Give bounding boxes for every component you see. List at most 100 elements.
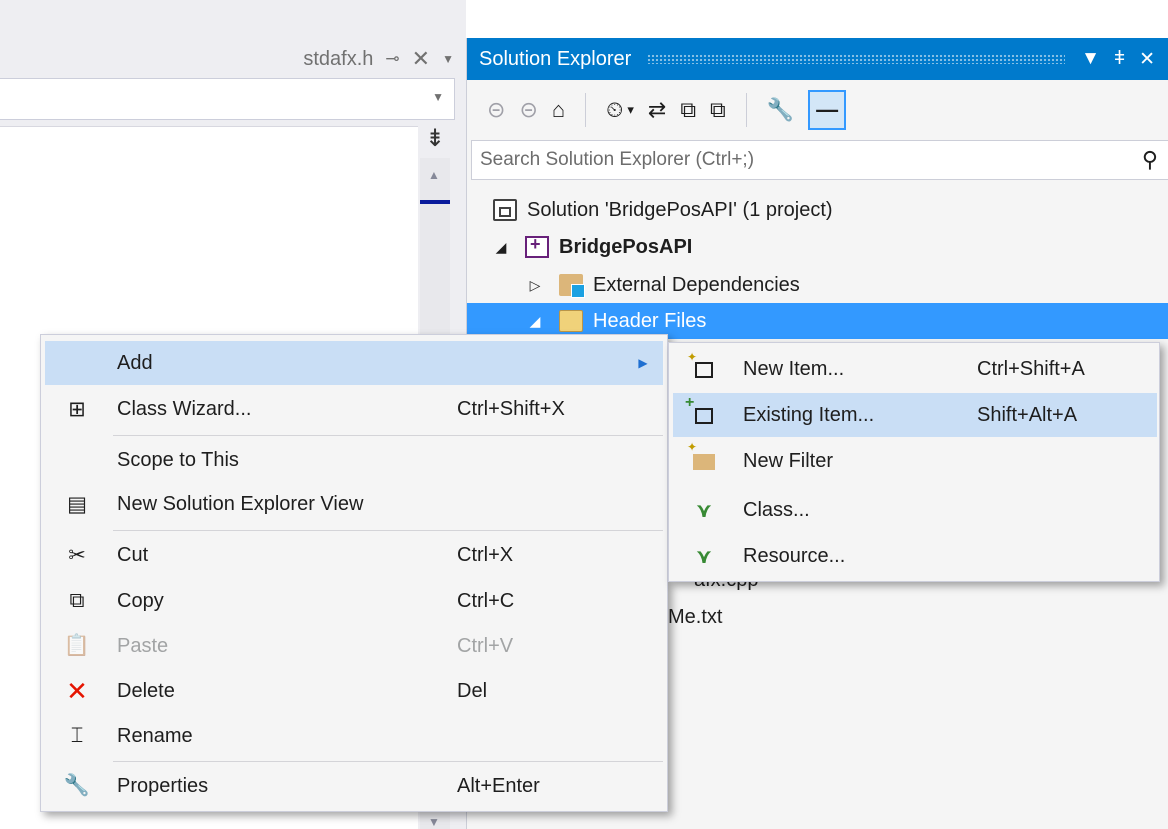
rename-icon: ⌶ bbox=[70, 724, 84, 747]
filter-folder-icon bbox=[559, 310, 583, 332]
collapse-all-icon[interactable]: ⧉ bbox=[680, 97, 696, 123]
home-icon[interactable]: ⌂ bbox=[552, 97, 565, 123]
auto-hide-pin-icon[interactable]: ǂ bbox=[1114, 48, 1125, 70]
project-icon bbox=[525, 234, 549, 258]
menu-separator bbox=[113, 435, 663, 436]
new-view-icon: ▤ bbox=[67, 492, 87, 516]
submenu-item-label: New Filter bbox=[743, 449, 834, 472]
tree-item-label: Header Files bbox=[593, 309, 707, 332]
menu-item-label: Class Wizard... bbox=[117, 397, 252, 420]
menu-item-label: Cut bbox=[117, 543, 149, 566]
submenu-item-resource[interactable]: ⋎ Resource... bbox=[673, 534, 1157, 578]
menu-separator bbox=[113, 530, 663, 531]
menu-item-label: Delete bbox=[117, 679, 175, 702]
filter-dropdown-icon[interactable]: ▾ bbox=[627, 102, 634, 118]
properties-wrench-icon[interactable]: 🔧 bbox=[767, 97, 794, 123]
close-window-icon[interactable]: ✕ bbox=[1139, 48, 1155, 71]
menu-item-delete[interactable]: ✕ Delete Del bbox=[45, 669, 663, 713]
menu-item-properties[interactable]: 🔧 Properties Alt+Enter bbox=[45, 764, 663, 808]
document-tab[interactable]: stdafx.h ⊸ ✕ ▼ bbox=[0, 42, 466, 76]
menu-item-class-wizard[interactable]: ⊞ Class Wizard... Ctrl+Shift+X bbox=[45, 387, 663, 431]
submenu-item-label: Existing Item... bbox=[743, 403, 875, 426]
submenu-item-class[interactable]: ⋎ Class... bbox=[673, 488, 1157, 532]
scroll-up-icon[interactable]: ▲ bbox=[428, 168, 440, 182]
solution-explorer-titlebar[interactable]: Solution Explorer ▼ ǂ ✕ bbox=[467, 38, 1168, 80]
menu-item-add[interactable]: Add ▶ bbox=[45, 341, 663, 385]
submenu-item-label: Resource... bbox=[743, 544, 846, 567]
expanded-caret-icon[interactable]: ◢ bbox=[491, 239, 511, 256]
menu-item-paste[interactable]: 📋 Paste Ctrl+V bbox=[45, 624, 663, 668]
solution-explorer-toolbar: ⊝ ⊝ ⌂ ⏲ ▾ ⇄ ⧉ ⧉ 🔧 — bbox=[467, 80, 1168, 140]
submenu-item-shortcut: Ctrl+Shift+A bbox=[977, 357, 1085, 380]
back-icon[interactable]: ⊝ bbox=[487, 97, 505, 123]
copy-icon: ⧉ bbox=[69, 589, 85, 612]
menu-item-label: Properties bbox=[117, 774, 209, 797]
search-icon[interactable]: ⚲ bbox=[1142, 147, 1158, 173]
submenu-item-existing-item[interactable]: Existing Item... Shift+Alt+A bbox=[673, 393, 1157, 437]
menu-item-shortcut: Ctrl+C bbox=[457, 589, 515, 612]
menu-item-shortcut: Alt+Enter bbox=[457, 774, 540, 797]
clipboard-icon: 📋 bbox=[63, 634, 91, 657]
submenu-item-new-item[interactable]: New Item... Ctrl+Shift+A bbox=[673, 347, 1157, 391]
tree-item-external-dependencies[interactable]: ▷ External Dependencies bbox=[467, 267, 1168, 303]
menu-item-shortcut: Del bbox=[457, 679, 488, 702]
menu-item-label: Add bbox=[117, 351, 153, 374]
existing-item-icon bbox=[685, 394, 713, 424]
tab-title[interactable]: stdafx.h bbox=[303, 48, 373, 71]
scroll-down-icon[interactable]: ▼ bbox=[428, 815, 440, 829]
pending-changes-filter-icon[interactable]: ⏲ bbox=[606, 97, 623, 123]
delete-x-icon: ✕ bbox=[66, 675, 88, 706]
menu-item-shortcut: Ctrl+V bbox=[457, 634, 514, 657]
tab-dropdown-icon[interactable]: ▼ bbox=[442, 52, 454, 66]
menu-item-label: Scope to This bbox=[117, 448, 239, 471]
solution-icon bbox=[493, 199, 517, 221]
close-tab-icon[interactable]: ✕ bbox=[412, 46, 430, 72]
submenu-item-label: New Item... bbox=[743, 357, 845, 380]
split-window-icon[interactable]: ⇟ bbox=[418, 126, 452, 156]
expanded-caret-icon[interactable]: ◢ bbox=[525, 313, 545, 330]
context-menu: Add ▶ ⊞ Class Wizard... Ctrl+Shift+X Sco… bbox=[40, 334, 668, 812]
menu-item-shortcut: Ctrl+X bbox=[457, 543, 514, 566]
search-placeholder: Search Solution Explorer (Ctrl+;) bbox=[480, 149, 755, 170]
external-dependencies-icon bbox=[559, 274, 585, 298]
navigation-dropdown[interactable]: ▼ bbox=[0, 78, 455, 120]
menu-item-label: Rename bbox=[117, 724, 193, 747]
toolbar-separator bbox=[585, 93, 587, 127]
menu-item-rename[interactable]: ⌶ Rename bbox=[45, 714, 663, 758]
class-wizard-icon: ⊞ bbox=[68, 397, 86, 421]
collapsed-caret-icon[interactable]: ▷ bbox=[525, 277, 545, 294]
class-icon: ⋎ bbox=[695, 499, 713, 522]
tree-item-project[interactable]: ◢ BridgePosAPI bbox=[467, 229, 1168, 265]
window-position-dropdown-icon[interactable]: ▼ bbox=[1081, 48, 1100, 70]
tree-item-label: Solution 'BridgePosAPI' (1 project) bbox=[527, 198, 833, 221]
add-submenu: New Item... Ctrl+Shift+A Existing Item..… bbox=[668, 342, 1160, 582]
forward-icon[interactable]: ⊝ bbox=[519, 97, 537, 123]
new-filter-folder-icon bbox=[687, 440, 715, 470]
preview-selected-items-icon[interactable]: — bbox=[808, 90, 847, 130]
solution-explorer-title: Solution Explorer bbox=[479, 47, 632, 70]
tree-item-label: External Dependencies bbox=[593, 273, 800, 296]
sync-with-document-icon[interactable]: ⇄ bbox=[648, 97, 666, 123]
scroll-position-marker bbox=[420, 200, 450, 204]
menu-item-scope-to-this[interactable]: Scope to This bbox=[45, 438, 663, 482]
menu-item-copy[interactable]: ⧉ Copy Ctrl+C bbox=[45, 579, 663, 623]
submenu-item-label: Class... bbox=[743, 498, 810, 521]
titlebar-grip bbox=[647, 54, 1066, 64]
menu-item-label: Copy bbox=[117, 589, 164, 612]
chevron-down-icon[interactable]: ▼ bbox=[432, 90, 444, 104]
menu-item-shortcut: Ctrl+Shift+X bbox=[457, 397, 565, 420]
menu-item-label: Paste bbox=[117, 634, 169, 657]
toolbar-separator bbox=[745, 93, 747, 127]
submenu-item-new-filter[interactable]: New Filter bbox=[673, 439, 1157, 483]
new-item-icon bbox=[687, 350, 713, 378]
wrench-icon: 🔧 bbox=[63, 774, 91, 797]
tree-item-readme[interactable]: Me.txt bbox=[668, 606, 722, 629]
show-all-files-icon[interactable]: ⧉ bbox=[710, 97, 726, 123]
menu-item-cut[interactable]: ✂ Cut Ctrl+X bbox=[45, 533, 663, 577]
submenu-item-shortcut: Shift+Alt+A bbox=[977, 403, 1078, 426]
search-solution-explorer-input[interactable]: Search Solution Explorer (Ctrl+;) ⚲ bbox=[471, 140, 1168, 180]
submenu-arrow-icon: ▶ bbox=[638, 356, 648, 370]
menu-item-new-solution-explorer-view[interactable]: ▤ New Solution Explorer View bbox=[45, 482, 663, 526]
pin-icon[interactable]: ⊸ bbox=[385, 49, 399, 69]
tree-item-solution[interactable]: Solution 'BridgePosAPI' (1 project) bbox=[467, 192, 1168, 228]
